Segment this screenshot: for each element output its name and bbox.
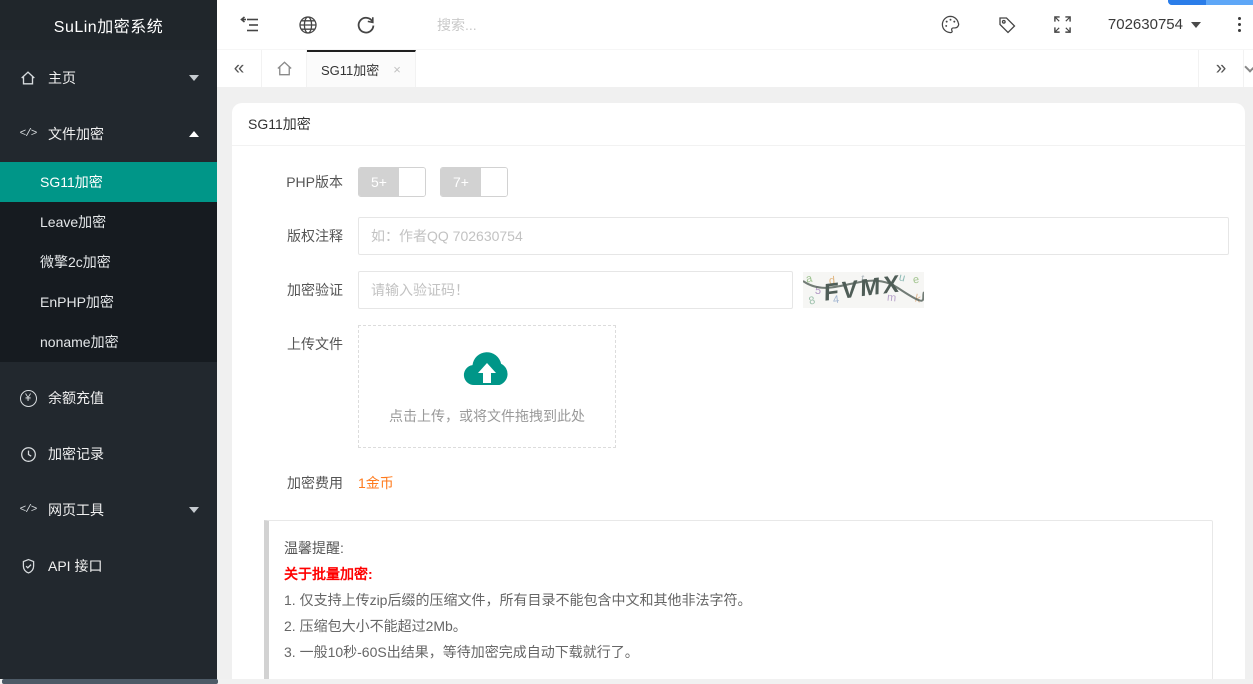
file-encrypt-submenu: SG11加密 Leave加密 微擎2c加密 EnPHP加密 noname加密 [0,162,217,362]
sidebar-item-label: 加密记录 [48,446,104,462]
copyright-row: 版权注释 [248,217,1229,255]
code-icon: </> [19,504,38,516]
php5-checkbox-label: 5+ [359,168,399,196]
subitem-label: noname加密 [40,334,119,350]
fee-label: 加密费用 [287,475,343,491]
code-icon: </> [19,128,38,140]
sidebar-item-records[interactable]: 加密记录 [0,426,217,482]
fee-row: 加密费用 1金币 [248,464,1229,502]
notice-subtitle: 关于批量加密: [284,566,373,582]
sidebar-item-api[interactable]: API 接口 [0,538,217,594]
captcha-row: 加密验证 a 5 d u e m 8 t 4 k FVMX [248,271,1229,309]
sidebar-subitem-weiqing2c[interactable]: 微擎2c加密 [0,242,217,282]
php7-checkbox[interactable]: 7+ [440,167,508,197]
chevron-up-icon [189,131,199,137]
collapse-menu-icon[interactable] [239,14,261,36]
tabs-scroll-left-button[interactable]: « [217,50,262,87]
home-tab[interactable] [262,50,307,87]
app-logo: SuLin加密系统 [0,0,217,50]
subitem-label: SG11加密 [40,174,103,190]
tabs-scroll-right-button[interactable]: » [1198,50,1243,87]
upload-hint: 点击上传，或将文件拖拽到此处 [389,408,585,424]
php-version-label: PHP版本 [286,174,343,190]
captcha-image[interactable]: a 5 d u e m 8 t 4 k FVMX [803,272,924,308]
tab-operations-icon[interactable] [1243,50,1253,87]
upload-row: 上传文件 点击上传，或将文件拖拽到此处 [248,325,1229,448]
notice-line: 2. 压缩包大小不能超过2Mb。 [284,618,467,634]
shield-check-icon [18,556,38,576]
php7-checkbox-box [481,168,507,196]
topbar-right: 702630754 [906,14,1253,36]
sidebar-item-label: 文件加密 [48,126,104,142]
sidebar-subitem-noname[interactable]: noname加密 [0,322,217,362]
tab-sg11[interactable]: SG11加密 × [307,50,416,87]
php-version-row: PHP版本 5+ 7+ [248,163,1229,201]
copyright-label: 版权注释 [287,228,343,244]
more-options-icon[interactable] [1231,17,1247,32]
chevron-down-icon [189,507,199,513]
tag-icon[interactable] [996,14,1018,36]
sidebar-subitem-sg11[interactable]: SG11加密 [0,162,217,202]
sidebar-item-web-tools[interactable]: </> 网页工具 [0,482,217,538]
username: 702630754 [1107,16,1183,33]
cloud-upload-icon [461,347,513,394]
sidebar-item-label: 主页 [48,70,76,86]
sidebar-subitem-enphp[interactable]: EnPHP加密 [0,282,217,322]
sidebar-item-recharge[interactable]: ¥ 余额充值 [0,370,217,426]
home-icon [18,68,38,88]
sidebar-item-label: 网页工具 [48,502,104,518]
refresh-icon[interactable] [355,14,377,36]
captcha-label: 加密验证 [287,282,343,298]
tab-label: SG11加密 [321,63,380,78]
chevron-down-icon [1191,21,1201,28]
php5-checkbox-box [399,168,425,196]
sidebar-item-label: API 接口 [48,558,103,574]
sidebar-item-home[interactable]: 主页 [0,50,217,106]
subitem-label: Leave加密 [40,214,107,230]
user-menu[interactable]: 702630754 [1108,16,1201,33]
horizontal-scrollbar[interactable] [0,679,1253,684]
main-content: SG11加密 PHP版本 5+ 7+ 版权注释 加密验证 [217,88,1253,684]
upload-label: 上传文件 [287,336,343,352]
search-input[interactable] [437,16,647,33]
clock-icon [18,444,38,464]
top-header: 702630754 [217,0,1253,50]
globe-icon[interactable] [297,14,319,36]
chevron-down-icon [189,75,199,81]
top-right-blue-indicator [1168,0,1253,5]
tab-close-icon[interactable]: × [393,62,401,77]
captcha-input[interactable] [358,271,793,309]
notice-box: 温馨提醒: 关于批量加密: 1. 仅支持上传zip后缀的压缩文件，所有目录不能包… [264,520,1213,684]
yen-icon: ¥ [18,388,38,408]
theme-palette-icon[interactable] [940,14,962,36]
tab-bar: « SG11加密 × » [217,50,1253,88]
upload-dropzone[interactable]: 点击上传，或将文件拖拽到此处 [358,325,616,448]
notice-line: 1. 仅支持上传zip后缀的压缩文件，所有目录不能包含中文和其他非法字符。 [284,592,752,608]
subitem-label: EnPHP加密 [40,294,114,310]
horizontal-scrollbar-thumb[interactable] [2,679,218,684]
copyright-input[interactable] [358,217,1229,255]
fee-value: 1金币 [358,475,394,491]
notice-title: 温馨提醒: [284,540,344,556]
sidebar: SuLin加密系统 主页 </> 文件加密 SG11加密 Leave加密 微擎2… [0,0,217,684]
sidebar-subitem-leave[interactable]: Leave加密 [0,202,217,242]
notice-line: 3. 一般10秒-60S出结果，等待加密完成自动下载就行了。 [284,644,639,660]
php7-checkbox-label: 7+ [441,168,481,196]
sidebar-item-file-encrypt[interactable]: </> 文件加密 [0,106,217,162]
sg11-card: SG11加密 PHP版本 5+ 7+ 版权注释 加密验证 [232,103,1245,684]
fullscreen-icon[interactable] [1052,14,1074,36]
card-title: SG11加密 [232,103,1245,146]
sidebar-item-label: 余额充值 [48,390,104,406]
php5-checkbox[interactable]: 5+ [358,167,426,197]
subitem-label: 微擎2c加密 [40,254,111,270]
tab-bar-right: » [1198,50,1253,87]
